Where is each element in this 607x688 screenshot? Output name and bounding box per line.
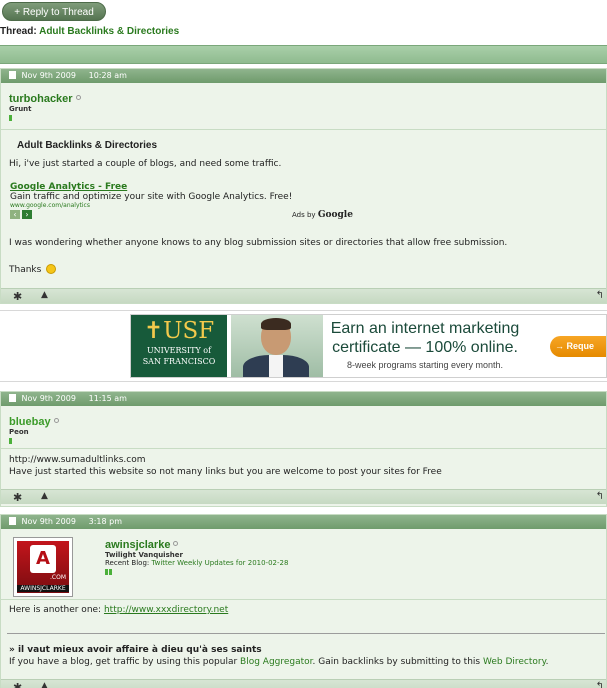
offline-status-icon [173,541,179,546]
signature-text: If you have a blog, get traffic by using… [9,657,549,667]
smile-icon [46,264,57,274]
signature-quote: » il vaut mieux avoir affaire à dieu qu'… [9,645,262,655]
post-date: Nov 9th 2009 [21,394,76,403]
post-title: Adult Backlinks & Directories [17,140,158,151]
ad-description: Gain traffic and optimize your site with… [10,192,293,202]
user-title: Twilight Vanquisher [105,551,183,559]
post-body-line: Hi, i've just started a couple of blogs,… [9,159,282,169]
post-time: 3:18 pm [88,517,123,526]
divider [1,448,606,449]
divider [1,129,606,130]
user-title: Peon [9,428,29,436]
post: Nov 9th 2009 10:28 am turbohacker Grunt … [0,68,607,304]
offline-status-icon [75,95,81,100]
report-icon[interactable]: ▲ [41,290,48,300]
ad-prev-icon[interactable]: ‹ [10,210,20,219]
post-footer: ✱ ▲ ↰ [1,679,606,688]
post-footer: ✱ ▲ ↰ [1,489,606,504]
post-body-line: Thanks [9,264,57,275]
quote-reply-icon[interactable]: ↰ [596,290,604,301]
blog-aggregator-link[interactable]: Blog Aggregator [240,657,313,667]
quote-reply-icon[interactable]: ↰ [596,491,604,502]
post: Nov 9th 2009 11:15 am bluebay Peon http:… [0,391,607,507]
signature-divider [7,633,605,634]
star-icon[interactable]: ✱ [13,681,22,688]
star-icon[interactable]: ✱ [13,290,22,303]
post-body-line: http://www.sumadultlinks.com [9,455,146,465]
reply-to-thread-button[interactable]: + Reply to Thread [2,2,106,21]
report-icon[interactable]: ▲ [41,491,48,501]
post-header: Nov 9th 2009 11:15 am [1,392,606,406]
ad-title-link[interactable]: Google Analytics - Free [10,182,370,192]
avatar[interactable]: A .COM AWINSJCLARKE [13,537,73,597]
google-ad: Google Analytics - Free Gain traffic and… [10,182,370,221]
post-time: 10:28 am [88,71,127,80]
reputation-icon [109,569,112,575]
avatar-logo-icon: A [30,545,56,573]
post-date: Nov 9th 2009 [21,517,76,526]
ads-by-label: Ads by Google [292,210,353,220]
post-time: 11:15 am [88,394,127,403]
post-icon [9,394,16,402]
post-body-line: Here is another one: http://www.xxxdirec… [9,605,229,615]
username[interactable]: awinsjclarke [105,539,288,551]
post-body-line: I was wondering whether anyone knows to … [9,238,508,248]
post-icon [9,517,16,525]
post-header: Nov 9th 2009 10:28 am [1,69,606,83]
user-title: Grunt [9,105,32,113]
post-date: Nov 9th 2009 [21,71,76,80]
post-footer: ✱ ▲ ↰ [1,288,606,303]
post-icon [9,71,16,79]
divider [1,599,606,600]
directory-link[interactable]: http://www.xxxdirectory.net [104,605,228,615]
thread-title: Thread: Adult Backlinks & Directories [0,26,179,37]
ad-url[interactable]: www.google.com/analytics [10,202,370,209]
username[interactable]: bluebay [9,416,59,428]
reputation-icon [9,115,12,121]
ad-strip: ✝USF UNIVERSITY of SAN FRANCISCO Earn an… [0,310,607,382]
post-header: Nov 9th 2009 3:18 pm [1,515,606,529]
thread-name[interactable]: Adult Backlinks & Directories [39,26,179,37]
recent-blog: Recent Blog: Twitter Weekly Updates for … [105,559,289,567]
banner-request-button[interactable]: → Reque [550,336,606,357]
reputation-icon [105,569,108,575]
recent-blog-link[interactable]: Twitter Weekly Updates for 2010-02-28 [151,559,288,567]
ad-next-icon[interactable]: › [22,210,32,219]
username[interactable]: turbohacker [9,93,81,105]
usf-banner[interactable]: ✝USF UNIVERSITY of SAN FRANCISCO Earn an… [130,314,607,378]
usf-logo: ✝USF UNIVERSITY of SAN FRANCISCO [131,315,227,377]
thread-header-bar [0,45,607,64]
report-icon[interactable]: ▲ [41,681,48,688]
star-icon[interactable]: ✱ [13,491,22,504]
quote-reply-icon[interactable]: ↰ [596,681,604,688]
offline-status-icon [53,418,59,423]
banner-photo [231,315,323,377]
post-body-line: Have just started this website so not ma… [9,467,442,477]
post: Nov 9th 2009 3:18 pm A .COM AWINSJCLARKE… [0,514,607,688]
thread-label: Thread: [0,26,37,37]
reputation-icon [9,438,12,444]
banner-text: Earn an internet marketing certificate —… [330,320,520,370]
web-directory-link[interactable]: Web Directory [483,657,546,667]
